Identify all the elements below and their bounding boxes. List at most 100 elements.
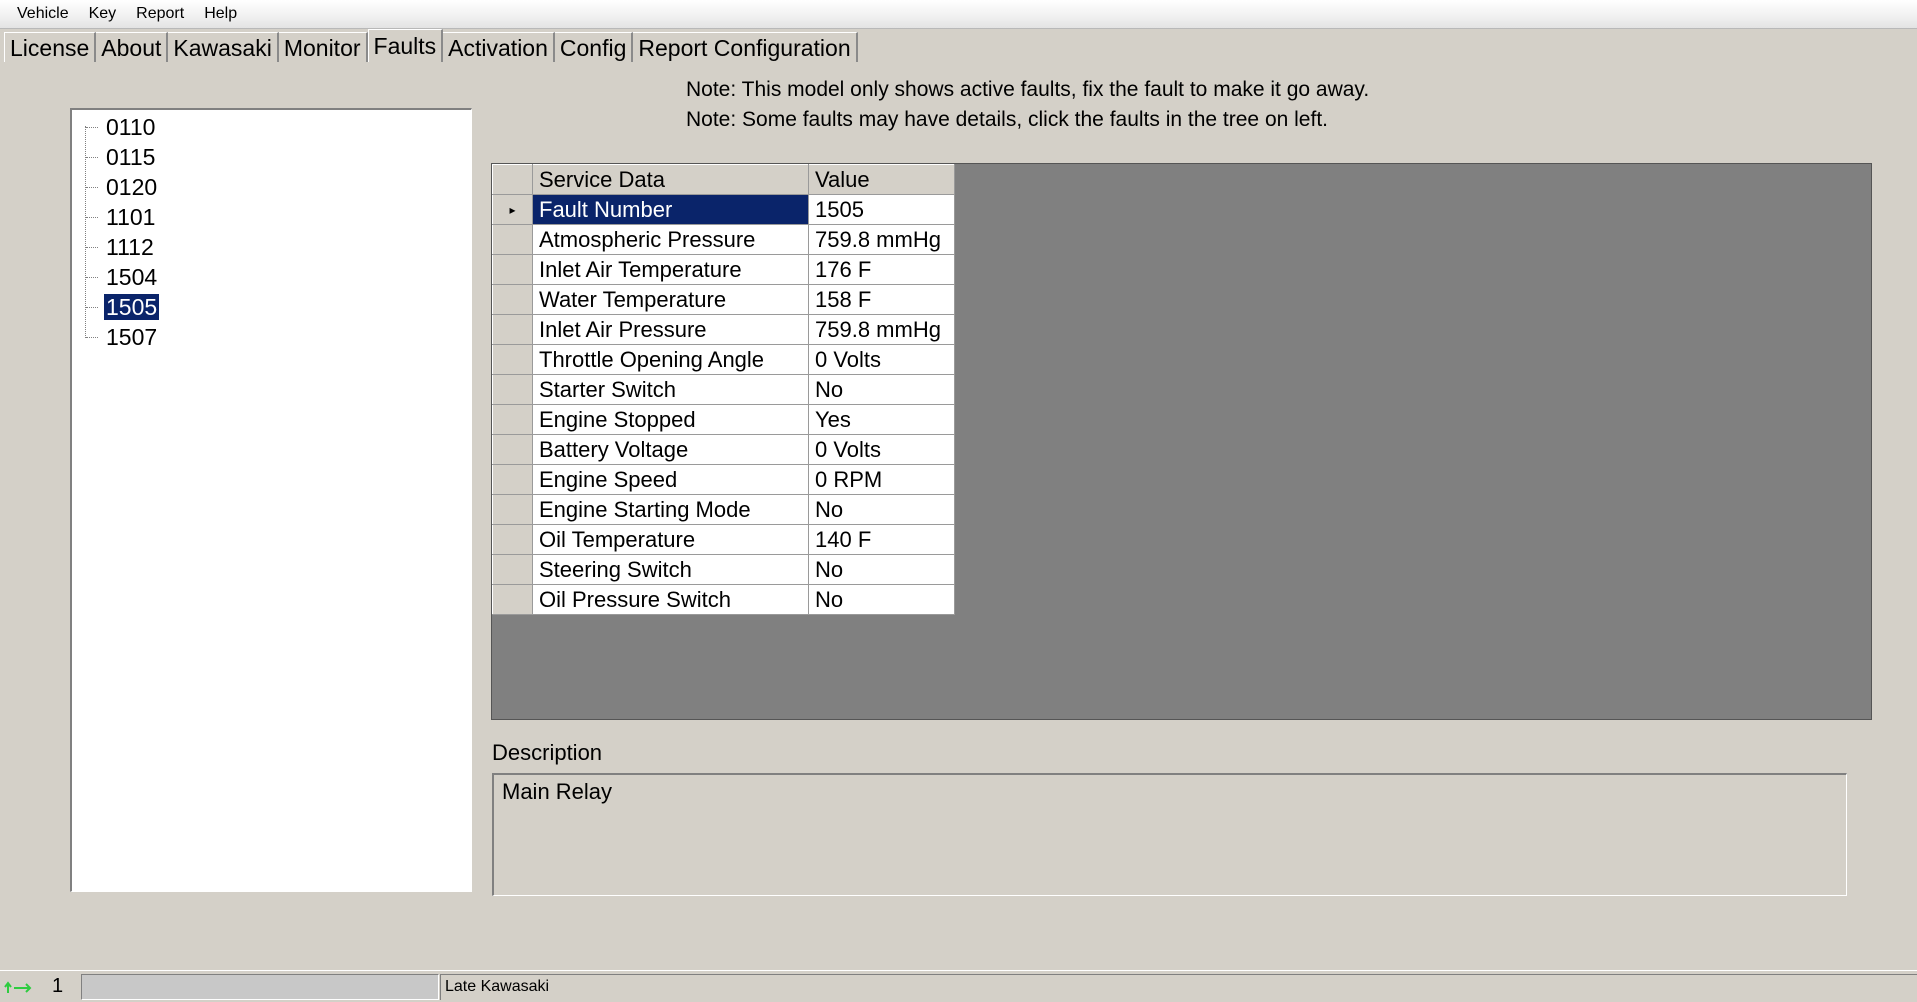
cell-service-data[interactable]: Battery Voltage xyxy=(532,434,809,465)
status-bar: 1 Late Kawasaki xyxy=(0,970,1917,1002)
row-header[interactable] xyxy=(492,374,533,405)
note-active-faults: Note: This model only shows active fault… xyxy=(686,78,1370,101)
fault-tree-list: 0110 0115 0120 1101 1112 1504 1505 1507 xyxy=(82,112,161,352)
tab-license[interactable]: License xyxy=(4,32,97,62)
tab-about[interactable]: About xyxy=(96,32,169,62)
description-box[interactable]: Main Relay xyxy=(492,773,1847,896)
row-header[interactable] xyxy=(492,284,533,315)
tree-node-1504[interactable]: 1504 xyxy=(82,262,159,292)
cell-value[interactable]: 759.8 mmHg xyxy=(808,224,955,255)
tab-report-configuration[interactable]: Report Configuration xyxy=(633,32,858,62)
cell-service-data[interactable]: Inlet Air Temperature xyxy=(532,254,809,285)
tab-config[interactable]: Config xyxy=(554,32,634,62)
tab-kawasaki[interactable]: Kawasaki xyxy=(168,32,279,62)
tree-node-label: 1505 xyxy=(102,293,161,321)
row-header[interactable] xyxy=(492,554,533,585)
column-header-service-data[interactable]: Service Data xyxy=(532,164,809,195)
grid-corner-header[interactable] xyxy=(492,164,533,195)
tree-node-0115[interactable]: 0115 xyxy=(82,142,159,172)
cell-service-data[interactable]: Water Temperature xyxy=(532,284,809,315)
table-row[interactable]: Inlet Air Temperature 176 F xyxy=(492,254,955,285)
tree-node-1101[interactable]: 1101 xyxy=(82,202,159,232)
row-pointer-icon: ▸ xyxy=(509,202,516,217)
tree-node-label: 0110 xyxy=(106,114,156,140)
cell-service-data[interactable]: Engine Stopped xyxy=(532,404,809,435)
row-header[interactable] xyxy=(492,434,533,465)
cell-service-data[interactable]: Engine Speed xyxy=(532,464,809,495)
row-header[interactable] xyxy=(492,464,533,495)
cell-value[interactable]: 1505 xyxy=(808,194,955,225)
tree-node-label: 0120 xyxy=(106,174,158,200)
cell-value[interactable]: 759.8 mmHg xyxy=(808,314,955,345)
table-row[interactable]: Oil Pressure Switch No xyxy=(492,584,955,615)
cell-service-data[interactable]: Steering Switch xyxy=(532,554,809,585)
row-header[interactable] xyxy=(492,314,533,345)
cell-value[interactable]: No xyxy=(808,374,955,405)
cell-service-data[interactable]: Oil Temperature xyxy=(532,524,809,555)
cell-value[interactable]: 0 RPM xyxy=(808,464,955,495)
tree-node-1505[interactable]: 1505 xyxy=(82,292,161,322)
tab-monitor[interactable]: Monitor xyxy=(278,32,368,62)
cell-service-data[interactable]: Inlet Air Pressure xyxy=(532,314,809,345)
status-progress xyxy=(81,974,439,1000)
menu-report[interactable]: Report xyxy=(126,0,194,28)
row-header[interactable] xyxy=(492,524,533,555)
cell-value[interactable]: Yes xyxy=(808,404,955,435)
cell-value[interactable]: No xyxy=(808,554,955,585)
note-fault-details: Note: Some faults may have details, clic… xyxy=(686,108,1328,131)
service-data-grid: Service Data Value ▸ Fault Number 1505 Atmo… xyxy=(491,163,1872,720)
tab-activation[interactable]: Activation xyxy=(443,32,555,62)
table-row[interactable]: Steering Switch No xyxy=(492,554,955,585)
cell-value[interactable]: 0 Volts xyxy=(808,344,955,375)
cell-service-data[interactable]: Fault Number xyxy=(532,194,809,225)
tab-strip: License About Kawasaki Monitor Faults Ac… xyxy=(0,29,1917,62)
cell-value[interactable]: No xyxy=(808,494,955,525)
table-row[interactable]: Throttle Opening Angle 0 Volts xyxy=(492,344,955,375)
table-row[interactable]: Inlet Air Pressure 759.8 mmHg xyxy=(492,314,955,345)
table-row[interactable]: Battery Voltage 0 Volts xyxy=(492,434,955,465)
cell-service-data[interactable]: Oil Pressure Switch xyxy=(532,584,809,615)
cell-service-data[interactable]: Atmospheric Pressure xyxy=(532,224,809,255)
tree-node-label: 1507 xyxy=(106,324,158,350)
table-row[interactable]: ▸ Fault Number 1505 xyxy=(492,194,955,225)
table-row[interactable]: Engine Starting Mode No xyxy=(492,494,955,525)
cell-service-data[interactable]: Engine Starting Mode xyxy=(532,494,809,525)
cell-value[interactable]: 176 F xyxy=(808,254,955,285)
row-header[interactable]: ▸ xyxy=(492,194,533,225)
tree-node-0120[interactable]: 0120 xyxy=(82,172,159,202)
cell-value[interactable]: 0 Volts xyxy=(808,434,955,465)
menu-vehicle[interactable]: Vehicle xyxy=(0,0,79,28)
fault-tree[interactable]: 0110 0115 0120 1101 1112 1504 1505 1507 xyxy=(70,108,472,892)
row-header[interactable] xyxy=(492,344,533,375)
service-data-table: Service Data Value ▸ Fault Number 1505 Atmo… xyxy=(492,164,955,615)
table-row[interactable]: Starter Switch No xyxy=(492,374,955,405)
menu-key[interactable]: Key xyxy=(79,0,127,28)
row-header[interactable] xyxy=(492,584,533,615)
cell-service-data[interactable]: Throttle Opening Angle xyxy=(532,344,809,375)
menu-bar: Vehicle Key Report Help xyxy=(0,0,1917,29)
table-row[interactable]: Engine Stopped Yes xyxy=(492,404,955,435)
cell-value[interactable]: No xyxy=(808,584,955,615)
tree-node-0110[interactable]: 0110 xyxy=(82,112,159,142)
table-row[interactable]: Oil Temperature 140 F xyxy=(492,524,955,555)
status-text: Late Kawasaki xyxy=(440,974,1917,1000)
row-header[interactable] xyxy=(492,494,533,525)
row-header[interactable] xyxy=(492,404,533,435)
table-row[interactable]: Engine Speed 0 RPM xyxy=(492,464,955,495)
tree-node-label: 1101 xyxy=(106,204,156,230)
tree-node-1507[interactable]: 1507 xyxy=(82,322,159,352)
cell-value[interactable]: 158 F xyxy=(808,284,955,315)
app-window: Vehicle Key Report Help License About Ka… xyxy=(0,0,1917,1002)
cell-service-data[interactable]: Starter Switch xyxy=(532,374,809,405)
status-count: 1 xyxy=(52,975,64,997)
row-header[interactable] xyxy=(492,254,533,285)
table-row[interactable]: Water Temperature 158 F xyxy=(492,284,955,315)
row-header[interactable] xyxy=(492,224,533,255)
column-header-value[interactable]: Value xyxy=(808,164,955,195)
table-row[interactable]: Atmospheric Pressure 759.8 mmHg xyxy=(492,224,955,255)
tab-faults[interactable]: Faults xyxy=(367,29,444,62)
cell-value[interactable]: 140 F xyxy=(808,524,955,555)
description-label: Description xyxy=(492,740,603,765)
tree-node-1112[interactable]: 1112 xyxy=(82,232,159,262)
menu-help[interactable]: Help xyxy=(194,0,247,28)
